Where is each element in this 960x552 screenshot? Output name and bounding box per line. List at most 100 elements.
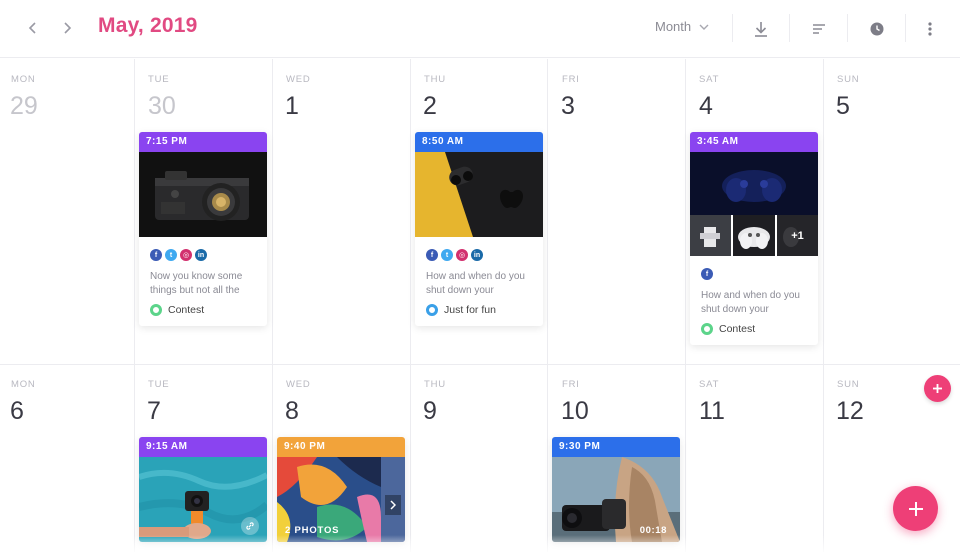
day-number[interactable]: 3 [561,92,575,121]
post-card[interactable]: 3:45 AM +1 f How and when do you shut do… [690,132,818,345]
add-post-day-button[interactable] [924,375,951,402]
day-number[interactable]: 4 [699,92,713,121]
label-ring-icon [701,323,713,335]
history-button[interactable] [865,17,889,41]
next-month-button[interactable] [57,18,77,38]
post-time: 9:40 PM [277,437,405,457]
label-ring-icon [426,304,438,316]
carousel-next-button[interactable] [385,495,401,515]
post-card[interactable]: 8:50 AM f t ◎ in How and when do you shu… [415,132,543,326]
social-networks: f [690,256,818,280]
column-divider [685,59,686,552]
post-image: 00:18 [552,457,680,542]
filter-icon [813,24,825,34]
column-divider [272,59,273,552]
chevron-down-icon [699,24,709,30]
post-image [139,152,267,237]
post-card[interactable]: 9:30 PM 00:18 [552,437,680,542]
prev-month-button[interactable] [23,18,43,38]
column-divider [547,59,548,552]
post-image [690,152,818,215]
day-number[interactable]: 7 [147,397,161,426]
weekday-label: MON [11,74,36,85]
day-number[interactable]: 9 [423,397,437,426]
post-caption: Now you know some things but not all the [150,271,243,296]
weekday-label: TUE [148,379,170,390]
weekday-label: WED [286,74,311,85]
day-number[interactable]: 11 [699,397,725,426]
gamepad-image [690,152,818,215]
post-label: Contest [139,298,267,326]
post-time: 9:15 AM [139,437,267,457]
post-image [415,152,543,237]
post-label: Contest [690,317,818,345]
instagram-icon: ◎ [456,249,468,261]
calendar-header: May, 2019 Month [0,0,960,58]
view-mode-select[interactable]: Month [655,19,709,34]
label-text: Contest [719,323,756,335]
column-divider [134,59,135,552]
video-duration: 00:18 [639,525,667,536]
linkedin-icon: in [471,249,483,261]
column-divider [823,59,824,552]
post-card[interactable]: 7:15 PM f t ◎ in Now you know some thing… [139,132,267,326]
plus-icon [908,501,923,516]
header-divider [847,14,848,42]
social-networks: f t ◎ in [139,237,267,261]
weekday-label: FRI [562,74,580,85]
twitter-icon: t [441,249,453,261]
clock-icon [870,22,884,36]
thumbnail[interactable] [733,215,775,256]
weekday-label: FRI [562,379,580,390]
column-divider [410,59,411,552]
download-icon [755,22,767,37]
day-number[interactable]: 30 [148,92,176,121]
post-time: 8:50 AM [415,132,543,152]
weekday-label: SUN [837,74,860,85]
create-post-fab[interactable] [893,486,938,531]
social-networks: f t ◎ in [415,237,543,261]
post-caption: How and when do you shut down your [426,271,525,296]
post-card[interactable]: 9:40 PM 2 PHOTOS [277,437,405,542]
camera-image [139,152,267,237]
chevron-left-icon [28,22,36,34]
day-number[interactable]: 10 [561,397,589,426]
post-caption: How and when do you shut down your [701,290,800,315]
label-text: Just for fun [444,304,496,316]
plus-icon [933,384,942,393]
post-image: 2 PHOTOS [277,457,405,542]
weekday-label: MON [11,379,36,390]
weekday-label: TUE [148,74,170,85]
thumbnail[interactable] [690,215,731,256]
weekday-label: THU [424,379,446,390]
filter-button[interactable] [807,17,831,41]
facebook-icon: f [426,249,438,261]
facebook-icon: f [701,268,713,280]
more-vertical-icon [928,22,932,36]
day-number[interactable]: 6 [10,397,24,426]
more-thumbnails[interactable]: +1 [777,215,818,256]
day-number[interactable]: 29 [10,92,38,121]
weekday-label: WED [286,379,311,390]
post-thumbnails: +1 [690,215,818,256]
post-time: 3:45 AM [690,132,818,152]
more-options-button[interactable] [918,17,942,41]
phone-image [415,152,543,237]
weekday-label: SUN [837,379,860,390]
day-number[interactable]: 8 [285,397,299,426]
download-button[interactable] [749,17,773,41]
post-card[interactable]: 9:15 AM [139,437,267,542]
instagram-icon: ◎ [180,249,192,261]
day-number[interactable]: 12 [836,397,864,426]
post-time: 7:15 PM [139,132,267,152]
day-number[interactable]: 2 [423,92,437,121]
extra-count: +1 [777,215,818,256]
view-mode-label: Month [655,19,692,34]
post-image [139,457,267,542]
gamepad-thumb-image [733,215,775,256]
label-ring-icon [150,304,162,316]
week-divider [0,364,960,365]
day-number[interactable]: 1 [285,92,299,121]
day-number[interactable]: 5 [836,92,850,121]
post-label: Just for fun [415,298,543,326]
